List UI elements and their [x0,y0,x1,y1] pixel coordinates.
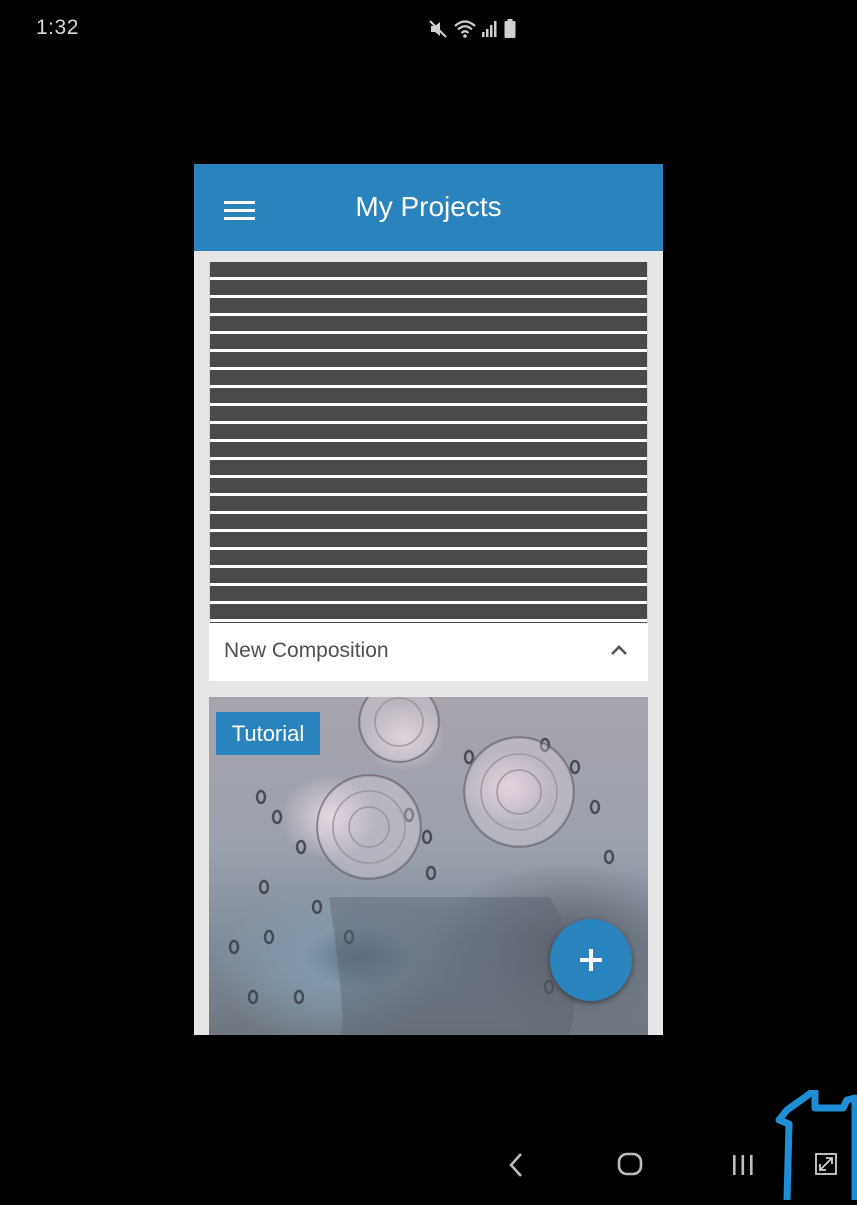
signal-icon [482,20,498,38]
composition-title: New Composition [224,639,389,662]
back-icon[interactable] [505,1152,529,1178]
status-time: 1:32 [36,16,79,39]
composition-header[interactable]: New Composition [209,623,648,681]
add-project-button[interactable] [550,919,632,1001]
home-icon[interactable] [617,1152,643,1176]
expand-icon[interactable] [775,1086,857,1201]
status-icons [428,16,516,42]
battery-icon [504,19,516,39]
mute-icon [428,19,448,39]
recent-apps-icon[interactable] [730,1154,756,1176]
app-bar: My Projects [194,164,663,251]
wifi-icon [454,19,476,39]
project-thumbnail[interactable] [209,262,648,623]
chevron-up-icon[interactable] [610,643,628,657]
status-bar: 1:32 [0,0,857,60]
tutorial-badge: Tutorial [216,712,320,755]
app-window: My Projects New Composition Tutorial [194,164,663,1035]
page-title: My Projects [355,191,502,222]
